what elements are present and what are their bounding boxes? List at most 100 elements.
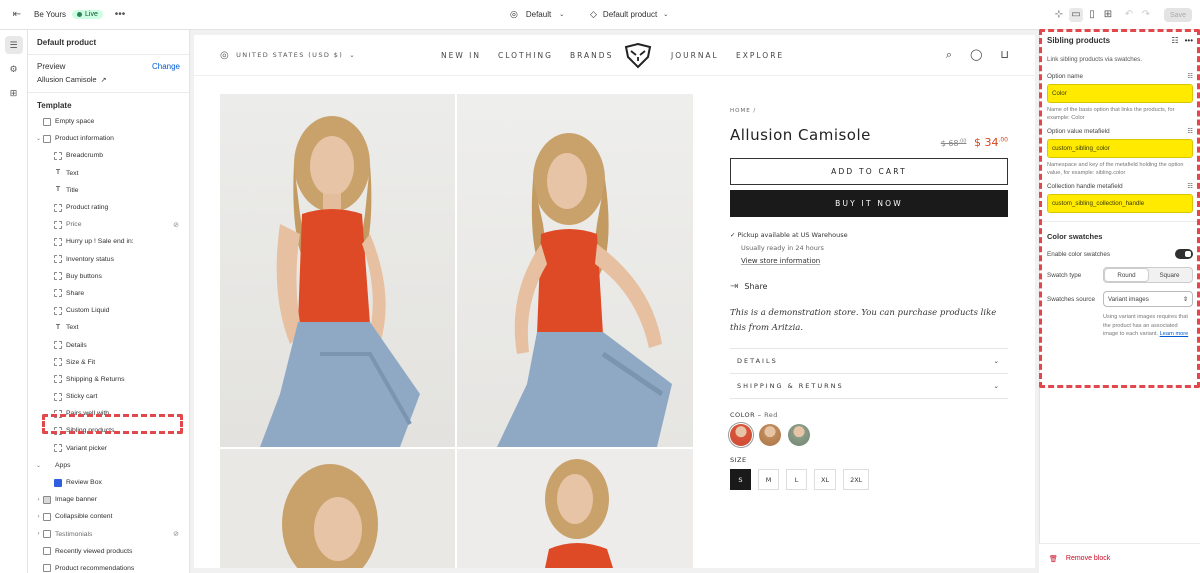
product-image-3[interactable] xyxy=(220,449,455,568)
tree-item[interactable]: Product recommendations xyxy=(28,560,189,573)
store-logo[interactable] xyxy=(624,43,652,69)
tree-item[interactable]: Hurry up ! Sale end in: xyxy=(28,233,189,250)
metafield-input[interactable]: custom_sibling_color xyxy=(1047,139,1193,158)
search-icon[interactable]: ⌕ xyxy=(946,48,952,62)
eye-hidden-icon[interactable]: ⊘ xyxy=(173,221,179,229)
undo-icon[interactable]: ↶ xyxy=(1122,8,1136,22)
collection-input[interactable]: custom_sibling_collection_handle xyxy=(1047,194,1193,213)
chevron-right-icon[interactable]: › xyxy=(34,531,43,537)
size-option[interactable]: XL xyxy=(814,469,837,490)
collection-label: Collection handle metafield xyxy=(1047,183,1123,190)
share-icon: ⇥ xyxy=(730,281,739,292)
tree-item-label: Collapsible content xyxy=(55,513,113,521)
tree-item[interactable]: Variant picker xyxy=(28,440,189,457)
accordion-details[interactable]: DETAILS ⌄ xyxy=(730,349,1008,374)
nav-clothing[interactable]: CLOTHING xyxy=(498,51,553,60)
nav-brands[interactable]: BRANDS xyxy=(570,51,613,60)
tree-item[interactable]: ⌄ Apps xyxy=(28,457,189,474)
compare-price: $ 68.00 xyxy=(940,138,967,148)
template-selector[interactable]: ◇ Default product ⌄ xyxy=(590,9,668,20)
option-name-input[interactable]: Color xyxy=(1047,84,1193,103)
cart-icon[interactable]: ⊔ xyxy=(1000,48,1009,62)
tree-item[interactable]: Details xyxy=(28,336,189,353)
tree-item[interactable]: Sticky cart xyxy=(28,388,189,405)
database-icon[interactable]: ☷ xyxy=(1171,36,1178,52)
fullscreen-icon[interactable]: ⊞ xyxy=(1101,8,1115,22)
product-image-2[interactable] xyxy=(457,94,693,447)
nav-new-in[interactable]: NEW IN xyxy=(441,51,481,60)
tree-item[interactable]: T Text xyxy=(28,319,189,336)
breadcrumb[interactable]: HOME / xyxy=(730,108,1008,114)
theme-selector[interactable]: ◎ Default ⌄ xyxy=(510,9,564,20)
tree-item[interactable]: Share xyxy=(28,285,189,302)
collection-field: Collection handle metafield ☷ custom_sibl… xyxy=(1040,177,1200,213)
change-link[interactable]: Change xyxy=(152,62,180,71)
inspector-icon[interactable]: ⊹ xyxy=(1052,8,1066,22)
redo-icon[interactable]: ↷ xyxy=(1139,8,1153,22)
swatch-green[interactable] xyxy=(788,424,810,446)
enable-swatches-toggle[interactable] xyxy=(1175,249,1193,259)
swatch-source-select[interactable]: Variant images ⇕ xyxy=(1103,291,1193,307)
accordion-shipping[interactable]: SHIPPING & RETURNS ⌄ xyxy=(730,374,1008,399)
eye-hidden-icon[interactable]: ⊘ xyxy=(173,530,179,538)
country-selector[interactable]: ◎ UNITED STATES (USD $) ⌄ xyxy=(220,50,356,61)
product-image-1[interactable] xyxy=(220,94,455,447)
tree-item[interactable]: Custom Liquid xyxy=(28,302,189,319)
desktop-icon[interactable]: ▭ xyxy=(1069,7,1083,22)
tree-item[interactable]: › Image banner xyxy=(28,491,189,508)
remove-block-button[interactable]: 🗑 Remove block xyxy=(1039,543,1200,573)
text-icon: T xyxy=(55,323,61,331)
swatch-square-option[interactable]: Square xyxy=(1148,269,1191,281)
tree-item[interactable]: Review Box xyxy=(28,474,189,491)
add-to-cart-button[interactable]: ADD TO CART xyxy=(730,158,1008,185)
mobile-icon[interactable]: ▯ xyxy=(1085,8,1099,22)
chevron-down-icon[interactable]: ⌄ xyxy=(34,135,43,142)
swatch-source-label: Swatches source xyxy=(1047,295,1095,303)
tree-item[interactable]: Empty space xyxy=(28,113,189,130)
sections-icon[interactable]: ☰ xyxy=(4,36,23,54)
tree-item[interactable]: T Text xyxy=(28,165,189,182)
chevron-right-icon[interactable]: › xyxy=(34,514,43,520)
dynamic-source-icon[interactable]: ☷ xyxy=(1187,128,1193,135)
tree-item[interactable]: Price ⊘ xyxy=(28,216,189,233)
exit-icon[interactable]: ⇤ xyxy=(10,8,24,22)
more-icon[interactable]: ••• xyxy=(113,8,127,22)
product-image-4[interactable] xyxy=(457,449,693,568)
chevron-right-icon[interactable]: › xyxy=(34,497,43,503)
tree-item[interactable]: ⌄ Product information xyxy=(28,130,189,147)
swatch-red[interactable] xyxy=(730,424,752,446)
tree-item[interactable]: Buy buttons xyxy=(28,268,189,285)
nav-journal[interactable]: JOURNAL xyxy=(671,51,719,60)
model-photo-illustration xyxy=(282,464,378,568)
tree-item[interactable]: › Testimonials ⊘ xyxy=(28,526,189,543)
dynamic-source-icon[interactable]: ☷ xyxy=(1187,183,1193,190)
external-link-icon[interactable]: ↗ xyxy=(101,76,107,84)
settings-icon[interactable]: ⚙ xyxy=(5,60,23,78)
more-icon[interactable]: ••• xyxy=(1185,36,1193,52)
tree-item[interactable]: Shipping & Returns xyxy=(28,371,189,388)
tree-item[interactable]: Recently viewed products xyxy=(28,543,189,560)
size-option[interactable]: L xyxy=(786,469,807,490)
tree-item[interactable]: › Collapsible content xyxy=(28,508,189,525)
buy-now-button[interactable]: BUY IT NOW xyxy=(730,190,1008,217)
swatch-round-option[interactable]: Round xyxy=(1105,269,1148,281)
tree-item-label: Product recommendations xyxy=(55,564,135,572)
store-info-link[interactable]: View store information xyxy=(741,255,1008,268)
size-option[interactable]: M xyxy=(758,469,779,490)
tree-item[interactable]: Breadcrumb xyxy=(28,147,189,164)
tree-item[interactable]: T Title xyxy=(28,182,189,199)
tree-item[interactable]: Size & Fit xyxy=(28,354,189,371)
tree-item[interactable]: Product rating xyxy=(28,199,189,216)
apps-icon[interactable]: ⊞ xyxy=(5,84,23,102)
chevron-down-icon[interactable]: ⌄ xyxy=(34,462,43,469)
tree-item[interactable]: Inventory status xyxy=(28,251,189,268)
nav-explore[interactable]: EXPLORE xyxy=(736,51,784,60)
dynamic-source-icon[interactable]: ☷ xyxy=(1187,73,1193,80)
share-button[interactable]: ⇥ Share xyxy=(730,281,1008,292)
size-option[interactable]: 2XL xyxy=(843,469,870,490)
save-button[interactable]: Save xyxy=(1164,8,1192,22)
learn-more-link[interactable]: Learn more xyxy=(1160,331,1189,337)
account-icon[interactable]: ◯ xyxy=(970,48,982,62)
swatch-tan[interactable] xyxy=(759,424,781,446)
size-option[interactable]: S xyxy=(730,469,751,490)
